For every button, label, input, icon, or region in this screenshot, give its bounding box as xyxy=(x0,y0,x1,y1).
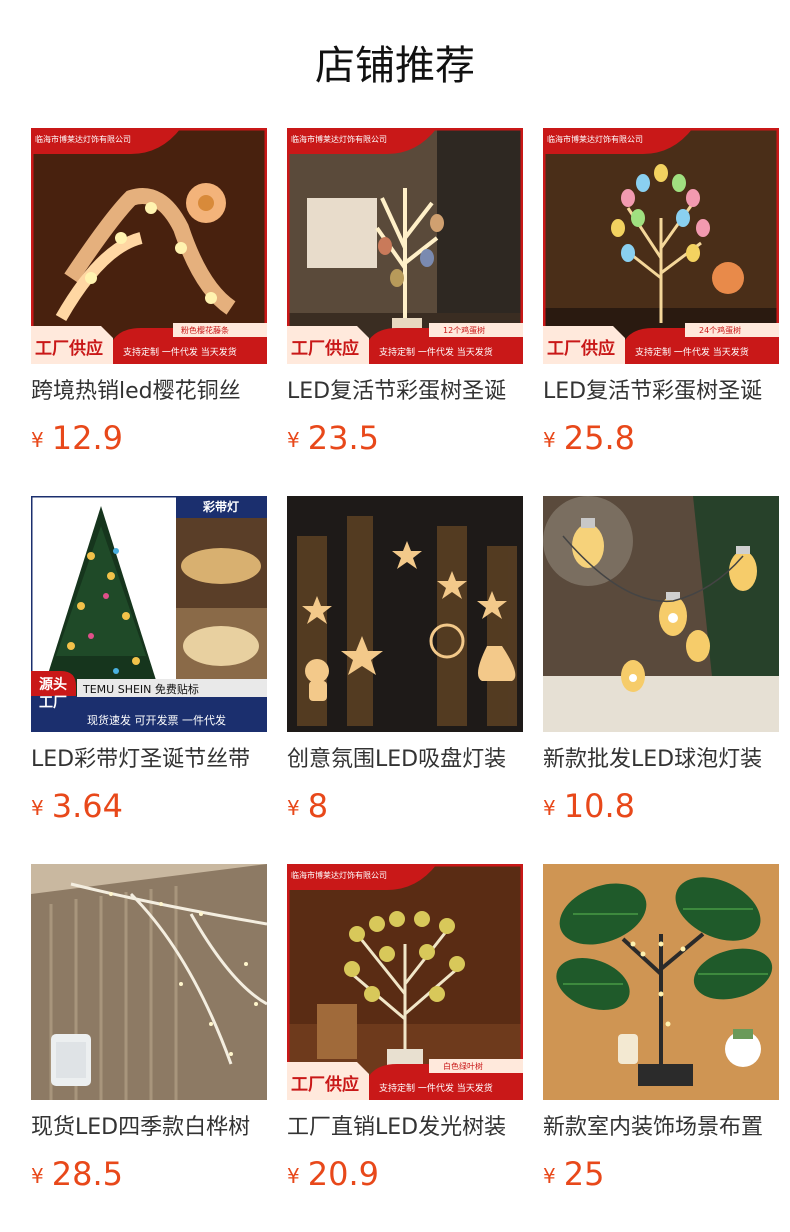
price-value: 23.5 xyxy=(307,419,379,457)
currency-symbol: ¥ xyxy=(31,428,44,452)
image-tag-label: 白色绿叶树 xyxy=(443,1062,483,1071)
image-company-label: 临海市博莱达灯饰有限公司 xyxy=(291,871,387,880)
price-value: 12.9 xyxy=(51,419,123,457)
product-card[interactable]: 创意氛围LED吸盘灯装 ¥8 xyxy=(287,496,523,836)
price-value: 28.5 xyxy=(51,1155,123,1193)
product-card[interactable]: 新款室内装饰场景布置 ¥25 xyxy=(543,864,779,1204)
image-corner-label: 彩带灯 xyxy=(203,500,240,514)
product-name[interactable]: LED复活节彩蛋树圣诞 xyxy=(287,376,523,408)
product-image[interactable] xyxy=(543,128,779,364)
product-name[interactable]: LED彩带灯圣诞节丝带 xyxy=(31,744,267,776)
image-badge-label: 工厂供应 xyxy=(35,339,103,359)
image-tag-label: 粉色樱花藤条 xyxy=(181,326,229,335)
product-card[interactable]: 新款批发LED球泡灯装 ¥10.8 xyxy=(543,496,779,836)
image-badge-line2: 工厂 xyxy=(39,695,67,711)
product-name[interactable]: 工厂直销LED发光树装 xyxy=(287,1112,523,1144)
product-price: ¥23.5 xyxy=(287,416,379,460)
product-card[interactable]: 临海市博莱达灯饰有限公司 粉色樱花藤条 工厂供应 支持定制 一件代发 当天发货 … xyxy=(31,128,267,468)
product-image[interactable] xyxy=(287,864,523,1100)
image-strip-label: 支持定制 一件代发 当天发货 xyxy=(379,348,493,358)
currency-symbol: ¥ xyxy=(31,1164,44,1188)
image-strip-label: 支持定制 一件代发 当天发货 xyxy=(123,348,237,358)
price-value: 25.8 xyxy=(563,419,635,457)
product-image[interactable] xyxy=(543,864,779,1100)
product-name[interactable]: 创意氛围LED吸盘灯装 xyxy=(287,744,523,776)
product-price: ¥12.9 xyxy=(31,416,123,460)
currency-symbol: ¥ xyxy=(543,796,556,820)
product-card[interactable]: 彩带灯 源头 工厂 TEMU SHEIN 免费贴标 现货速发 可开发票 一件代发… xyxy=(31,496,267,836)
product-name[interactable]: LED复活节彩蛋树圣诞 xyxy=(543,376,779,408)
product-image[interactable] xyxy=(287,496,523,732)
image-company-label: 临海市博莱达灯饰有限公司 xyxy=(291,135,387,144)
price-value: 25 xyxy=(563,1155,605,1193)
product-card[interactable]: 临海市博莱达灯饰有限公司 白色绿叶树 工厂供应 支持定制 一件代发 当天发货 工… xyxy=(287,864,523,1204)
product-image[interactable] xyxy=(287,128,523,364)
product-price: ¥20.9 xyxy=(287,1152,379,1196)
image-badge-label: 工厂供应 xyxy=(291,339,359,359)
product-image[interactable] xyxy=(31,128,267,364)
product-name[interactable]: 跨境热销led樱花铜丝 xyxy=(31,376,267,408)
image-strip-label: 支持定制 一件代发 当天发货 xyxy=(635,348,749,358)
currency-symbol: ¥ xyxy=(31,796,44,820)
product-price: ¥25 xyxy=(543,1152,604,1196)
currency-symbol: ¥ xyxy=(543,428,556,452)
currency-symbol: ¥ xyxy=(287,796,300,820)
product-price: ¥3.64 xyxy=(31,784,123,828)
image-tag-label: 12个鸡蛋树 xyxy=(443,326,486,335)
image-badge-line1: 源头 xyxy=(39,677,67,693)
currency-symbol: ¥ xyxy=(287,1164,300,1188)
product-price: ¥28.5 xyxy=(31,1152,123,1196)
product-image[interactable] xyxy=(31,864,267,1100)
product-card[interactable]: 现货LED四季款白桦树 ¥28.5 xyxy=(31,864,267,1204)
product-price: ¥8 xyxy=(287,784,328,828)
image-strip-label: 现货速发 可开发票 一件代发 xyxy=(87,714,226,727)
image-strip-label: 支持定制 一件代发 当天发货 xyxy=(379,1084,493,1094)
price-value: 3.64 xyxy=(51,787,123,825)
price-value: 20.9 xyxy=(307,1155,379,1193)
page-title: 店铺推荐 xyxy=(315,43,475,89)
product-name[interactable]: 新款室内装饰场景布置 xyxy=(543,1112,779,1144)
price-value: 8 xyxy=(307,787,329,825)
product-price: ¥10.8 xyxy=(543,784,635,828)
image-company-label: 临海市博莱达灯饰有限公司 xyxy=(547,135,643,144)
image-brands-label: TEMU SHEIN 免费贴标 xyxy=(83,683,199,696)
product-card[interactable]: 临海市博莱达灯饰有限公司 24个鸡蛋树 工厂供应 支持定制 一件代发 当天发货 … xyxy=(543,128,779,468)
image-badge-label: 工厂供应 xyxy=(547,339,615,359)
product-price: ¥25.8 xyxy=(543,416,635,460)
product-image[interactable] xyxy=(543,496,779,732)
product-name[interactable]: 新款批发LED球泡灯装 xyxy=(543,744,779,776)
product-card[interactable]: 临海市博莱达灯饰有限公司 12个鸡蛋树 工厂供应 支持定制 一件代发 当天发货 … xyxy=(287,128,523,468)
image-badge-label: 工厂供应 xyxy=(291,1075,359,1095)
price-value: 10.8 xyxy=(563,787,635,825)
currency-symbol: ¥ xyxy=(287,428,300,452)
currency-symbol: ¥ xyxy=(543,1164,556,1188)
image-company-label: 临海市博莱达灯饰有限公司 xyxy=(35,135,131,144)
product-name[interactable]: 现货LED四季款白桦树 xyxy=(31,1112,267,1144)
image-tag-label: 24个鸡蛋树 xyxy=(699,326,742,335)
